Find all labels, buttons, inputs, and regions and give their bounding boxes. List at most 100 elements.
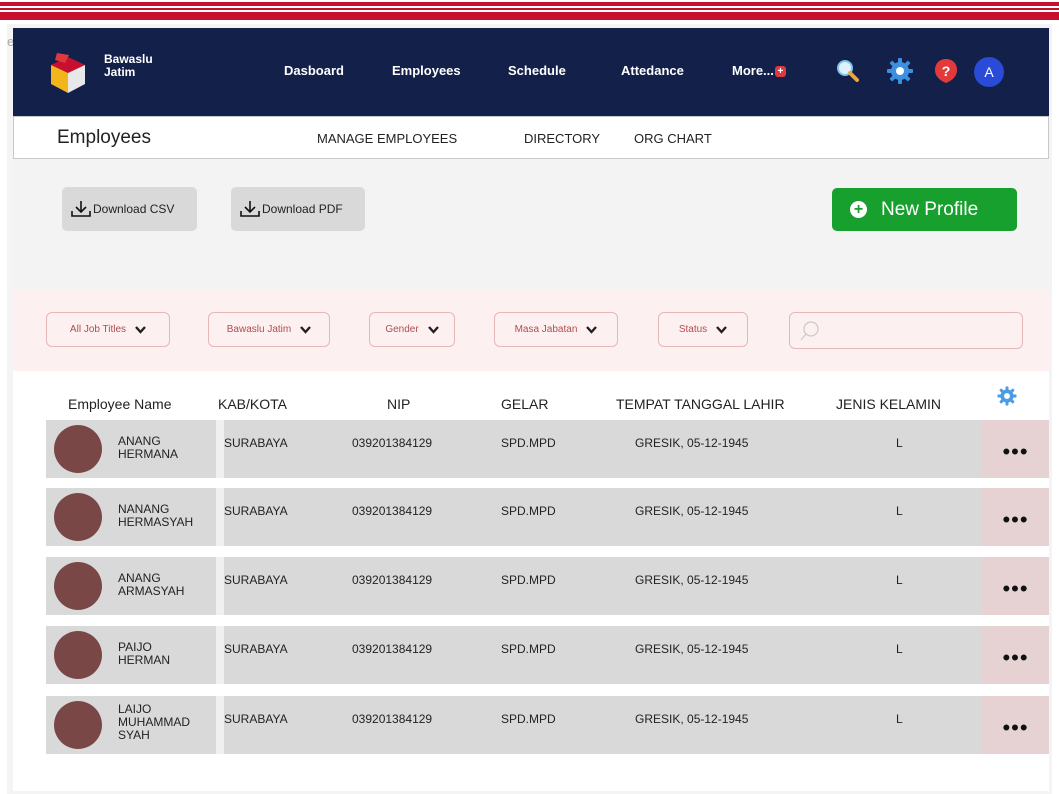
column-header-nip[interactable]: NIP xyxy=(387,396,410,412)
cell-nip: 039201384129 xyxy=(352,504,433,518)
brand-line-2: Jatim xyxy=(104,65,136,79)
brand-header-strip xyxy=(0,0,1059,24)
cell-kab-kota: SURABAYA xyxy=(224,712,288,726)
cell-ttl: GRESIK, 05-12-1945 xyxy=(635,712,749,726)
user-avatar-button[interactable]: A xyxy=(974,57,1004,87)
cell-ttl: GRESIK, 05-12-1945 xyxy=(635,504,749,518)
new-profile-button[interactable]: + New Profile xyxy=(832,188,1017,231)
office-filter-label: Bawaslu Jatim xyxy=(226,324,292,335)
row-divider xyxy=(216,420,224,478)
nav-more[interactable]: More... + xyxy=(732,63,786,78)
row-more-button[interactable]: ••• xyxy=(982,696,1049,754)
gear-icon[interactable] xyxy=(885,56,915,86)
brand-name[interactable]: Bawaslu Jatim xyxy=(104,53,174,79)
header-stripe xyxy=(0,12,1059,20)
employee-name: ANANG ARMASYAH xyxy=(118,571,185,598)
search-icon xyxy=(800,321,819,341)
cell-nip: 039201384129 xyxy=(352,436,433,450)
cell-nip: 039201384129 xyxy=(352,642,433,656)
sub-navigation: Employees MANAGE EMPLOYEES DIRECTORY ORG… xyxy=(13,116,1049,159)
download-csv-button[interactable]: Download CSV xyxy=(62,187,197,231)
employee-avatar xyxy=(54,562,102,610)
tab-directory[interactable]: DIRECTORY xyxy=(524,131,600,146)
download-icon xyxy=(71,201,91,217)
chevron-down-icon xyxy=(427,325,439,334)
action-bar: Download CSV Download PDF + New Profile xyxy=(13,159,1049,289)
table-row[interactable]: LAIJO MUHAMMAD SYAH SURABAYA 03920138412… xyxy=(46,696,1049,754)
employee-name: NANANG HERMASYAH xyxy=(118,502,194,529)
column-header-name[interactable]: Employee Name xyxy=(68,396,172,412)
chevron-down-icon xyxy=(586,325,598,334)
cell-gelar: SPD.MPD xyxy=(501,712,556,726)
row-more-button[interactable]: ••• xyxy=(982,557,1049,615)
top-navbar: Bawaslu Jatim Dasboard Employees Schedul… xyxy=(13,28,1049,116)
cell-jenis-kelamin: L xyxy=(896,642,903,656)
cell-kab-kota: SURABAYA xyxy=(224,436,288,450)
job-title-filter[interactable]: All Job Titles xyxy=(46,312,170,347)
cell-ttl: GRESIK, 05-12-1945 xyxy=(635,436,749,450)
cell-gelar: SPD.MPD xyxy=(501,573,556,587)
search-input[interactable] xyxy=(824,321,1014,341)
job-title-filter-label: All Job Titles xyxy=(69,324,127,335)
employee-avatar xyxy=(54,701,102,749)
download-pdf-label: Download PDF xyxy=(262,202,343,216)
employee-avatar xyxy=(54,631,102,679)
table-row[interactable]: PAIJO HERMAN SURABAYA 039201384129 SPD.M… xyxy=(46,626,1049,684)
tab-org-chart[interactable]: ORG CHART xyxy=(634,131,712,146)
row-divider xyxy=(216,626,224,684)
cell-kab-kota: SURABAYA xyxy=(224,642,288,656)
nav-schedule[interactable]: Schedule xyxy=(508,63,566,78)
employee-avatar xyxy=(54,425,102,473)
cell-jenis-kelamin: L xyxy=(896,436,903,450)
gender-filter[interactable]: Gender xyxy=(369,312,455,347)
row-divider xyxy=(216,696,224,754)
search-field[interactable] xyxy=(789,312,1023,349)
nav-more-label: More... xyxy=(732,63,774,78)
plus-circle-icon: + xyxy=(850,201,867,218)
nav-attendance[interactable]: Attedance xyxy=(621,63,684,78)
employee-name: ANANG HERMANA xyxy=(118,434,179,461)
masa-jabatan-filter-label: Masa Jabatan xyxy=(514,324,578,335)
row-more-button[interactable]: ••• xyxy=(982,626,1049,684)
table-row[interactable]: ANANG HERMANA SURABAYA 039201384129 SPD.… xyxy=(46,420,1049,478)
cell-kab-kota: SURABAYA xyxy=(224,504,288,518)
help-icon[interactable]: ? xyxy=(931,56,961,86)
employee-table: Employee Name KAB/KOTA NIP GELAR TEMPAT … xyxy=(13,371,1049,791)
nav-dashboard[interactable]: Dasboard xyxy=(284,63,344,78)
row-divider xyxy=(216,557,224,615)
search-icon[interactable] xyxy=(833,56,863,86)
employee-name: PAIJO HERMAN xyxy=(118,640,171,667)
table-row[interactable]: NANANG HERMASYAH SURABAYA 039201384129 S… xyxy=(46,488,1049,546)
nav-employees[interactable]: Employees xyxy=(392,63,461,78)
row-more-button[interactable]: ••• xyxy=(982,420,1049,478)
chevron-down-icon xyxy=(135,325,146,334)
cell-kab-kota: SURABAYA xyxy=(224,573,288,587)
column-header-kab-kota[interactable]: KAB/KOTA xyxy=(218,396,287,412)
column-header-jenis-kelamin[interactable]: JENIS KELAMIN xyxy=(836,396,941,412)
download-csv-label: Download CSV xyxy=(93,202,175,216)
page-title: Employees xyxy=(57,127,151,148)
gear-icon[interactable] xyxy=(996,385,1018,407)
masa-jabatan-filter[interactable]: Masa Jabatan xyxy=(494,312,618,347)
header-stripe xyxy=(0,2,1059,6)
chevron-down-icon xyxy=(300,325,312,334)
gender-filter-label: Gender xyxy=(385,324,419,335)
cell-ttl: GRESIK, 05-12-1945 xyxy=(635,642,749,656)
cell-ttl: GRESIK, 05-12-1945 xyxy=(635,573,749,587)
download-pdf-button[interactable]: Download PDF xyxy=(231,187,365,231)
column-header-gelar[interactable]: GELAR xyxy=(501,396,548,412)
table-row[interactable]: ANANG ARMASYAH SURABAYA 039201384129 SPD… xyxy=(46,557,1049,615)
office-filter[interactable]: Bawaslu Jatim xyxy=(208,312,330,347)
column-header-ttl[interactable]: TEMPAT TANGGAL LAHIR xyxy=(616,396,785,412)
cell-gelar: SPD.MPD xyxy=(501,504,556,518)
row-divider xyxy=(216,488,224,546)
row-more-button[interactable]: ••• xyxy=(982,488,1049,546)
chevron-down-icon xyxy=(716,325,728,334)
new-profile-label: New Profile xyxy=(881,198,979,220)
tab-manage-employees[interactable]: MANAGE EMPLOYEES xyxy=(317,131,457,146)
cell-jenis-kelamin: L xyxy=(896,573,903,587)
cell-jenis-kelamin: L xyxy=(896,504,903,518)
cell-nip: 039201384129 xyxy=(352,573,433,587)
status-filter[interactable]: Status xyxy=(658,312,748,347)
status-filter-label: Status xyxy=(678,324,708,335)
